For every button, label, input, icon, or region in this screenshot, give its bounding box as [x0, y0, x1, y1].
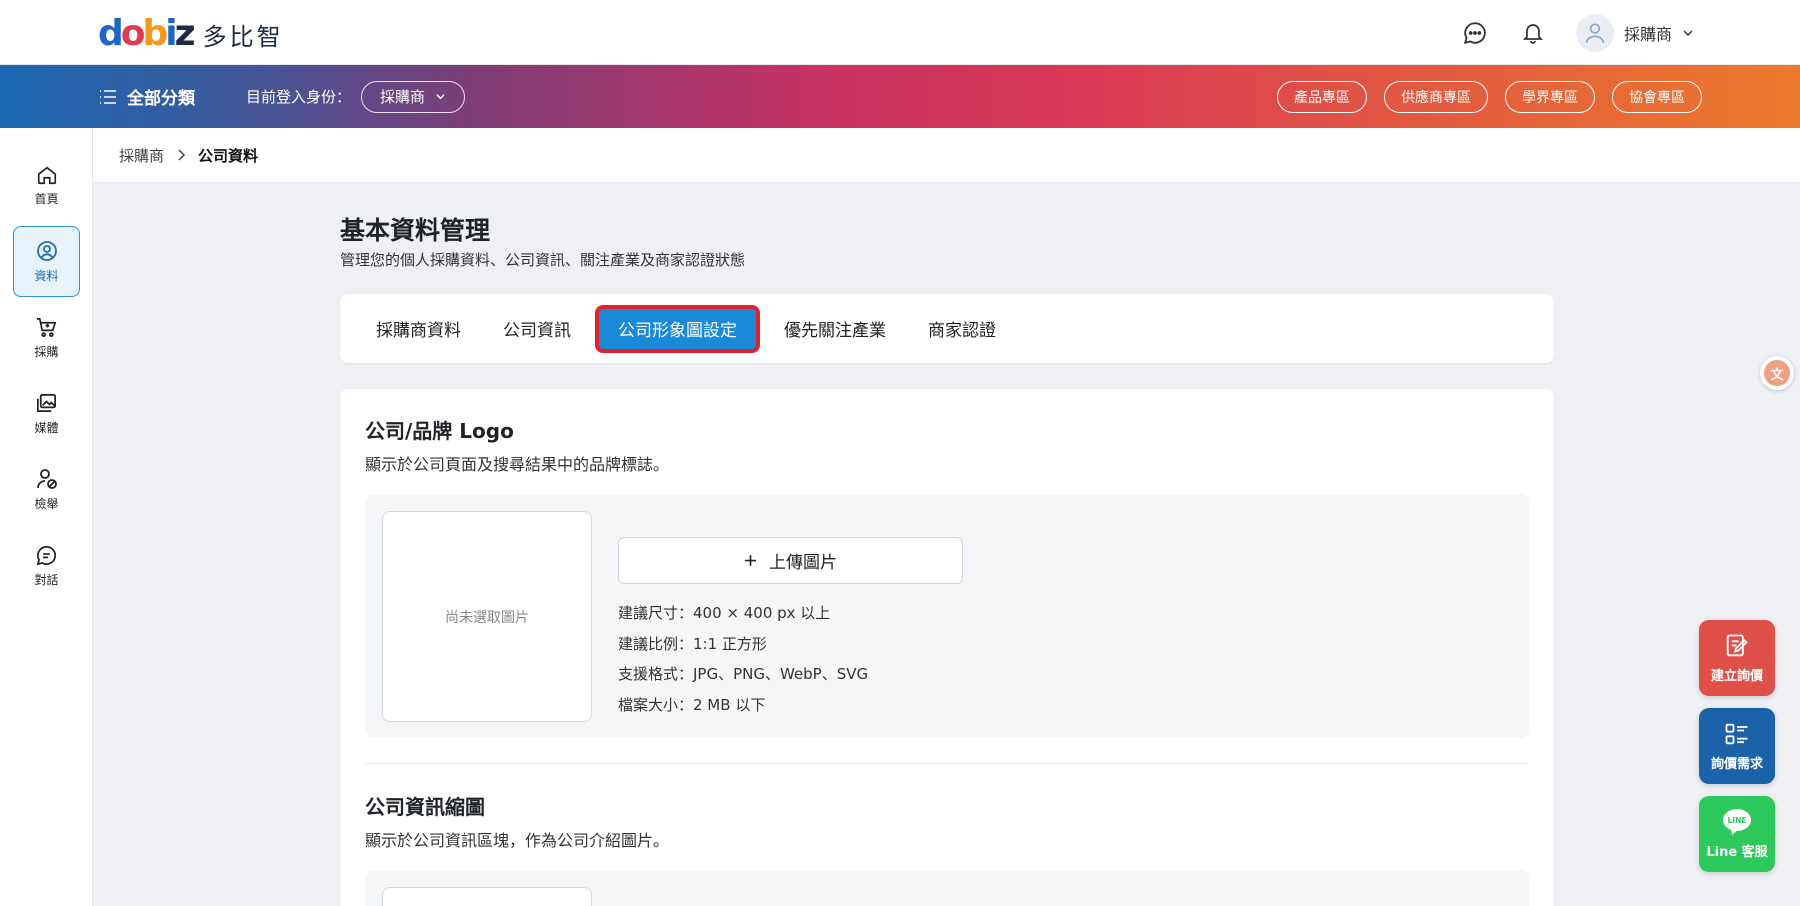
- sidebar-item-label: 資料: [34, 269, 59, 283]
- create-inquiry-button[interactable]: 建立詢價: [1699, 620, 1775, 696]
- report-user-icon: [36, 469, 57, 489]
- zone-suppliers[interactable]: 供應商專區: [1384, 80, 1488, 113]
- zone-links: 產品專區 供應商專區 學界專區 協會專區: [1277, 65, 1702, 128]
- header-actions: 採購商: [1460, 12, 1694, 54]
- user-circle-icon: [36, 241, 57, 261]
- preview-placeholder: 尚未選取圖片: [445, 609, 529, 626]
- spec-format: 支援格式：JPG、PNG、WebP、SVG: [618, 665, 869, 683]
- all-categories-button[interactable]: 全部分類: [99, 65, 195, 128]
- logo-upload-area: 尚未選取圖片 上傳圖片 建議尺寸：400 × 400 px 以上 建議比例：1:…: [365, 494, 1529, 738]
- sidebar-item-report[interactable]: 檢舉: [13, 454, 80, 525]
- avatar: [1575, 14, 1614, 52]
- logo-preview: 尚未選取圖片: [382, 511, 592, 722]
- sidebar-item-label: 對話: [34, 572, 59, 587]
- inquiry-demand-label: 詢價需求: [1710, 757, 1763, 772]
- chevron-down-icon: [1683, 30, 1693, 37]
- logo-section-description: 顯示於公司頁面及搜尋結果中的品牌標誌。: [365, 455, 670, 474]
- sidebar-item-profile[interactable]: 資料: [13, 226, 80, 297]
- thumb-section-description: 顯示於公司資訊區塊，作為公司介紹圖片。: [365, 831, 670, 850]
- tab-company-info[interactable]: 公司資訊: [482, 307, 592, 351]
- plus-icon: [745, 555, 756, 566]
- upload-button-label: 上傳圖片: [769, 553, 837, 573]
- chat-icon: [36, 545, 57, 565]
- page-description: 管理您的個人採購資料、公司資訊、關注產業及商家認證狀態: [340, 251, 746, 269]
- identity-select[interactable]: 採購商: [361, 80, 466, 113]
- upload-image-button[interactable]: 上傳圖片: [618, 537, 963, 584]
- sidebar-item-label: 首頁: [34, 192, 59, 206]
- edit-note-icon: [1726, 634, 1748, 657]
- tab-priority-industries[interactable]: 優先關注產業: [763, 307, 907, 351]
- cart-icon: [36, 317, 57, 337]
- zone-academia[interactable]: 學界專區: [1505, 80, 1595, 113]
- breadcrumb-parent[interactable]: 採購商: [119, 145, 164, 166]
- list-detail-icon: [1725, 723, 1748, 745]
- site-logo[interactable]: dobiz 多比智: [98, 14, 284, 54]
- sidebar-item-label: 檢舉: [34, 497, 59, 511]
- chevron-right-icon: [178, 149, 186, 161]
- logo-mark: dobiz: [98, 13, 196, 54]
- spec-ratio: 建議比例：1:1 正方形: [618, 634, 767, 653]
- translate-widget[interactable]: 文: [1760, 356, 1794, 390]
- zone-products[interactable]: 產品專區: [1277, 80, 1367, 113]
- section-divider: [365, 763, 1529, 764]
- tab-merchant-verification[interactable]: 商家認證: [907, 307, 1017, 351]
- list-icon: [100, 89, 116, 104]
- sidebar-item-home[interactable]: 首頁: [13, 150, 80, 221]
- media-icon: [37, 393, 56, 412]
- bell-icon[interactable]: [1518, 18, 1548, 48]
- identity-switcher: 目前登入身份： 採購商: [246, 65, 466, 128]
- breadcrumb-current: 公司資料: [198, 146, 259, 165]
- line-service-button[interactable]: LINE Line 客服: [1699, 796, 1775, 872]
- image-settings-panel: 公司/品牌 Logo 顯示於公司頁面及搜尋結果中的品牌標誌。 尚未選取圖片 上傳…: [340, 389, 1554, 906]
- chevron-down-icon: [436, 94, 445, 100]
- page-title: 基本資料管理: [340, 216, 491, 245]
- identity-label: 目前登入身份：: [246, 88, 352, 106]
- category-nav-bar: 全部分類 目前登入身份： 採購商 產品專區 供應商專區 學界專區 協會專區: [0, 65, 1800, 128]
- user-menu[interactable]: 採購商: [1575, 14, 1694, 52]
- tab-bar: 採購商資料 公司資訊 公司形象圖設定 優先關注產業 商家認證: [340, 294, 1554, 363]
- home-icon: [37, 166, 56, 185]
- spec-filesize: 檔案大小：2 MB 以下: [618, 695, 766, 714]
- line-service-label: Line 客服: [1706, 845, 1768, 860]
- logo-section-title: 公司/品牌 Logo: [365, 419, 514, 443]
- line-badge-text: LINE: [1728, 816, 1747, 825]
- translate-icon: 文: [1764, 360, 1790, 386]
- all-categories-label: 全部分類: [127, 89, 195, 109]
- sidebar-item-label: 採購: [34, 344, 59, 359]
- top-header: dobiz 多比智 採購商: [0, 0, 1800, 65]
- inquiry-demand-button[interactable]: 詢價需求: [1699, 708, 1775, 784]
- sidebar-item-chat[interactable]: 對話: [13, 530, 80, 601]
- logo-text: 多比智: [202, 22, 284, 51]
- sidebar-item-media[interactable]: 媒體: [13, 378, 80, 449]
- thumb-preview: [382, 887, 592, 906]
- zone-associations[interactable]: 協會專區: [1612, 80, 1702, 113]
- upload-specs: 建議尺寸：400 × 400 px 以上 建議比例：1:1 正方形 支援格式：J…: [618, 598, 868, 720]
- identity-value: 採購商: [380, 88, 426, 106]
- create-inquiry-label: 建立詢價: [1710, 669, 1763, 684]
- thumb-upload-area: [365, 870, 1529, 906]
- sidebar-item-purchase[interactable]: 採購: [13, 302, 80, 373]
- thumb-section-title: 公司資訊縮圖: [365, 795, 485, 819]
- sidebar-item-label: 媒體: [34, 420, 59, 435]
- spec-size: 建議尺寸：400 × 400 px 以上: [618, 604, 831, 622]
- sidebar: 首頁 資料 採購 媒體 檢舉 對話: [0, 128, 93, 906]
- line-chat-icon: LINE: [1723, 809, 1751, 835]
- message-icon[interactable]: [1460, 18, 1490, 48]
- tab-buyer-profile[interactable]: 採購商資料: [355, 307, 482, 351]
- tab-company-image-settings[interactable]: 公司形象圖設定: [595, 304, 760, 353]
- user-name: 採購商: [1623, 25, 1672, 44]
- breadcrumb: 採購商 公司資料: [93, 128, 1800, 183]
